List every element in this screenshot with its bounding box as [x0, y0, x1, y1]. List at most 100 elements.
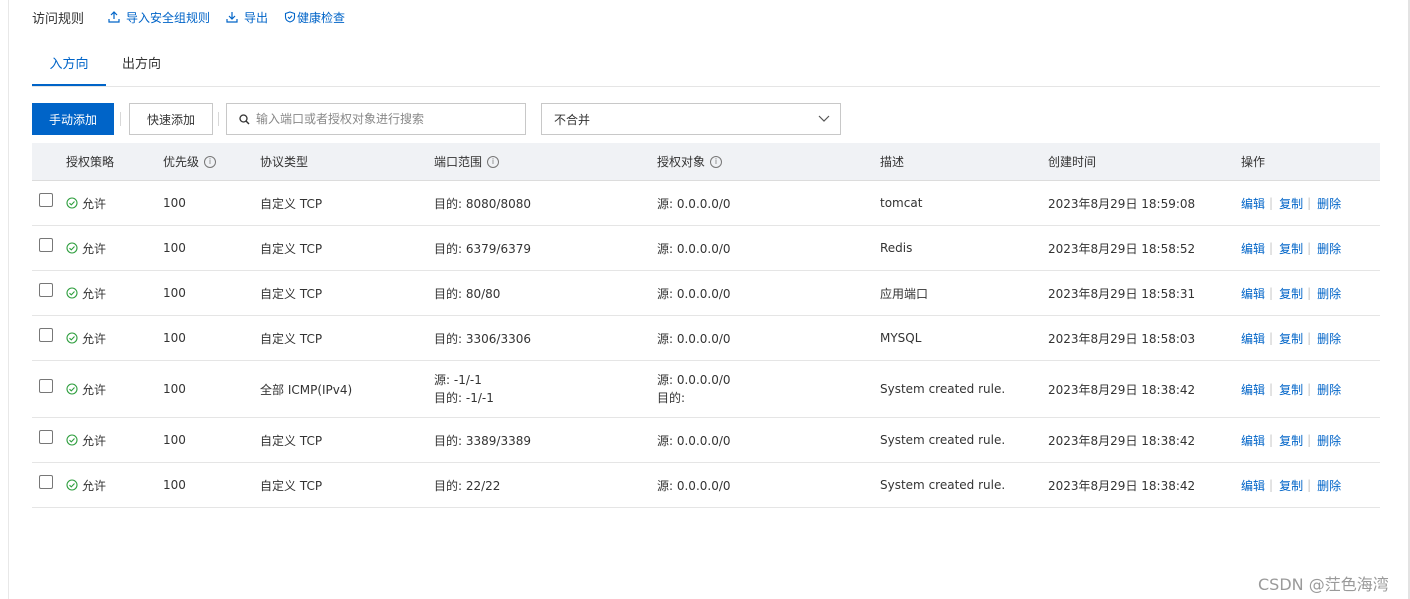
action-divider: | — [1307, 241, 1312, 255]
left-border — [0, 0, 9, 599]
row-checkbox[interactable] — [39, 328, 53, 342]
edit-link[interactable]: 编辑 — [1241, 381, 1265, 398]
watermark: CSDN @茳色海湾 — [1258, 575, 1389, 594]
edit-link[interactable]: 编辑 — [1241, 285, 1265, 302]
tab-outbound[interactable]: 出方向 — [122, 46, 161, 86]
health-check-label: 健康检查 — [297, 10, 346, 25]
delete-link[interactable]: 删除 — [1317, 285, 1341, 302]
col-created-at: 创建时间 — [1048, 155, 1097, 169]
col-protocol: 协议类型 — [260, 155, 309, 169]
delete-link[interactable]: 删除 — [1317, 330, 1341, 347]
description-cell: System created rule. — [880, 478, 1006, 492]
row-checkbox[interactable] — [39, 475, 53, 489]
policy-label: 允许 — [82, 433, 107, 448]
col-actions: 操作 — [1241, 155, 1266, 169]
toolbar-divider — [120, 112, 121, 126]
check-circle-icon — [66, 332, 78, 344]
edit-link[interactable]: 编辑 — [1241, 432, 1265, 449]
info-icon[interactable]: i — [204, 156, 217, 168]
table-row: 允许 100 自定义 TCP 目的: 3306/3306 源: 0.0.0.0/0 MYS… — [32, 316, 1380, 361]
policy-label: 允许 — [82, 382, 107, 397]
protocol-cell: 自定义 TCP — [260, 433, 323, 448]
edit-link[interactable]: 编辑 — [1241, 330, 1265, 347]
header-bar: 访问规则 导入安全组规则 导出 健康检查 — [32, 6, 361, 28]
toolbar-divider — [218, 112, 219, 126]
action-divider: | — [1307, 433, 1312, 447]
copy-link[interactable]: 复制 — [1279, 381, 1303, 398]
description-cell: 应用端口 — [880, 286, 929, 301]
created-at-cell: 2023年8月29日 18:58:52 — [1048, 241, 1196, 256]
tab-inbound[interactable]: 入方向 — [32, 46, 106, 86]
delete-link[interactable]: 删除 — [1317, 477, 1341, 494]
created-at-cell: 2023年8月29日 18:59:08 — [1048, 196, 1196, 211]
protocol-cell: 自定义 TCP — [260, 241, 323, 256]
auth-object-cell: 源: 0.0.0.0/0 目的: — [657, 361, 731, 417]
table-row: 允许 100 自定义 TCP 目的: 22/22 源: 0.0.0.0/0 System … — [32, 463, 1380, 508]
row-checkbox[interactable] — [39, 283, 53, 297]
col-policy: 授权策略 — [66, 155, 115, 169]
health-check-link[interactable]: 健康检查 — [284, 9, 345, 26]
check-circle-icon — [66, 242, 78, 254]
upload-icon — [108, 11, 120, 23]
protocol-cell: 全部 ICMP(IPv4) — [260, 382, 353, 397]
port-destination: 目的: -1/-1 — [434, 391, 494, 405]
action-divider: | — [1307, 196, 1312, 210]
info-icon[interactable]: i — [487, 156, 500, 168]
policy-cell: 允许 — [66, 181, 106, 225]
actions-cell: 编辑 | 复制 | 删除 — [1241, 418, 1341, 462]
created-at-cell: 2023年8月29日 18:38:42 — [1048, 433, 1196, 448]
info-icon[interactable]: i — [710, 156, 723, 168]
edit-link[interactable]: 编辑 — [1241, 240, 1265, 257]
merge-select[interactable]: 不合并 — [541, 103, 841, 135]
policy-cell: 允许 — [66, 463, 106, 507]
manual-add-button[interactable]: 手动添加 — [32, 103, 114, 135]
row-checkbox[interactable] — [39, 430, 53, 444]
action-divider: | — [1269, 382, 1274, 396]
protocol-cell: 自定义 TCP — [260, 286, 323, 301]
table-row: 允许 100 全部 ICMP(IPv4) 源: -1/-1 目的: -1/-1 源: 0.… — [32, 361, 1380, 418]
row-checkbox[interactable] — [39, 238, 53, 252]
port-range-cell: 目的: 80/80 — [434, 286, 501, 301]
created-at-cell: 2023年8月29日 18:58:31 — [1048, 286, 1196, 301]
copy-link[interactable]: 复制 — [1279, 432, 1303, 449]
copy-link[interactable]: 复制 — [1279, 330, 1303, 347]
copy-link[interactable]: 复制 — [1279, 477, 1303, 494]
delete-link[interactable]: 删除 — [1317, 240, 1341, 257]
priority-cell: 100 — [163, 196, 186, 210]
edit-link[interactable]: 编辑 — [1241, 477, 1265, 494]
table-row: 允许 100 自定义 TCP 目的: 8080/8080 源: 0.0.0.0/0 tom… — [32, 181, 1380, 226]
copy-link[interactable]: 复制 — [1279, 285, 1303, 302]
col-auth-object: 授权对象 i — [657, 143, 723, 181]
auth-object-cell: 源: 0.0.0.0/0 — [657, 331, 731, 346]
row-checkbox[interactable] — [39, 379, 53, 393]
delete-link[interactable]: 删除 — [1317, 381, 1341, 398]
policy-label: 允许 — [82, 196, 107, 211]
auth-source: 源: 0.0.0.0/0 — [657, 373, 731, 387]
actions-cell: 编辑 | 复制 | 删除 — [1241, 226, 1341, 270]
policy-cell: 允许 — [66, 418, 106, 462]
import-rules-link[interactable]: 导入安全组规则 — [108, 9, 210, 26]
policy-label: 允许 — [82, 331, 107, 346]
priority-cell: 100 — [163, 286, 186, 300]
row-checkbox[interactable] — [39, 193, 53, 207]
rules-table: 授权策略 优先级 i 协议类型 端口范围 i 授权对象 i 描述 创建时间 操作 允许… — [32, 143, 1380, 508]
copy-link[interactable]: 复制 — [1279, 195, 1303, 212]
edit-link[interactable]: 编辑 — [1241, 195, 1265, 212]
port-range-cell: 目的: 8080/8080 — [434, 196, 531, 211]
download-icon — [226, 11, 238, 23]
search-input[interactable] — [256, 112, 506, 126]
priority-cell: 100 — [163, 478, 186, 492]
quick-add-button[interactable]: 快速添加 — [129, 103, 213, 135]
delete-link[interactable]: 删除 — [1317, 195, 1341, 212]
description-cell: System created rule. — [880, 382, 1006, 396]
export-link[interactable]: 导出 — [226, 9, 268, 26]
protocol-cell: 自定义 TCP — [260, 331, 323, 346]
action-divider: | — [1307, 331, 1312, 345]
check-circle-icon — [66, 479, 78, 491]
delete-link[interactable]: 删除 — [1317, 432, 1341, 449]
merge-select-value: 不合并 — [554, 112, 591, 127]
priority-cell: 100 — [163, 433, 186, 447]
auth-object-cell: 源: 0.0.0.0/0 — [657, 196, 731, 211]
copy-link[interactable]: 复制 — [1279, 240, 1303, 257]
col-auth-object-label: 授权对象 — [657, 155, 706, 169]
